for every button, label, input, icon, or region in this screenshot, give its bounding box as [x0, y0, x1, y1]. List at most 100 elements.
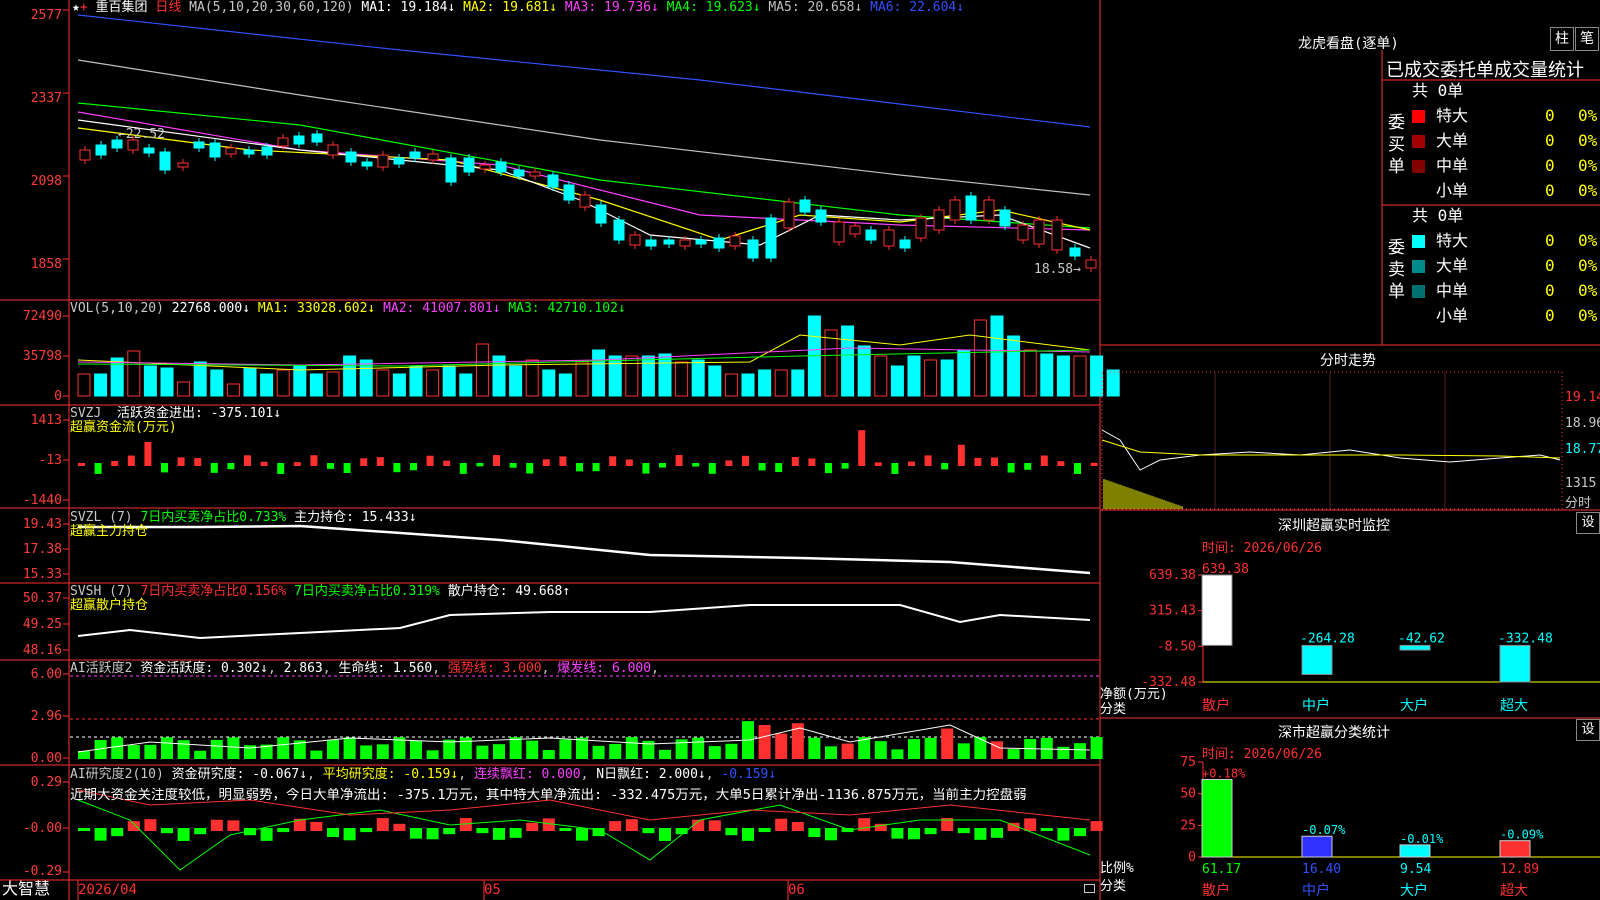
svzj-bar-58 [1040, 455, 1048, 466]
volume-bar-18 [376, 369, 390, 397]
svzj-bar-32 [609, 456, 617, 466]
ai-active-bar-51 [924, 737, 937, 759]
ai-active-bar-25 [493, 744, 505, 759]
sz-monitor-xlabel: 分类 [1100, 702, 1127, 717]
candle-body-11 [261, 146, 273, 156]
sz-classify-yaxis-2: 25 [1180, 818, 1196, 833]
ai-research-bar-41 [758, 828, 771, 833]
ai-active-bar-61 [1090, 737, 1103, 759]
ai-active-bar-59 [1057, 746, 1070, 759]
candle-body-7 [193, 141, 205, 149]
svzj-bar-0 [78, 463, 85, 466]
ai-active-bar-39 [725, 743, 738, 759]
svzj-header: SVZJ 活跃资金进出: -375.101↓ [70, 406, 281, 421]
date-axis-2: 06 [788, 882, 805, 898]
ai-research-bar-44 [808, 828, 821, 838]
ai-research-bar-26 [509, 828, 522, 838]
buy-row-0-pct: 0% [1578, 106, 1598, 125]
intraday-price-axis-2: 18.77 [1565, 442, 1600, 457]
intraday-price-axis-0: 19.14 [1565, 390, 1600, 405]
sz-classify-cat-1: 中户 [1302, 882, 1330, 899]
ai-research-avg: 平均研究度: -0.159↓ [322, 767, 459, 782]
volume-bar-21 [426, 369, 440, 397]
lock-icon[interactable] [1084, 884, 1095, 893]
ai-research-bar-1 [94, 828, 107, 841]
svzj-bar-44 [808, 458, 816, 466]
sell-row-2-name: 中单 [1436, 281, 1469, 300]
svzl-title[interactable]: SVZL (7) [70, 510, 133, 525]
ma2-value: MA2: 19.681↓ [463, 0, 558, 15]
volume-bar-56 [1007, 335, 1021, 397]
sz-monitor-cat-3: 超大 [1500, 698, 1528, 714]
sz-monitor-settings-button[interactable]: 设 [1576, 512, 1600, 534]
svzj-bar-4 [144, 441, 152, 466]
ai-research-n-red: N日飘红: 2.000↓ [596, 767, 706, 782]
ai-active-bar-48 [874, 741, 887, 759]
ai-research-bar-60 [1074, 828, 1086, 837]
ai-active-bar-49 [891, 749, 904, 759]
vol-axis-0: 72490 [22, 309, 62, 324]
svzj-bar-14 [310, 455, 318, 466]
svsh-title[interactable]: SVSH (7) [70, 584, 133, 599]
volume-bar-8 [210, 369, 224, 397]
volume-bar-11 [260, 373, 274, 397]
candle-body-9 [225, 147, 237, 155]
order-stats-tabs[interactable]: 已成交委托单成交量统计 [1386, 56, 1600, 82]
buy-row-0-count: 0 [1545, 106, 1555, 125]
ai-research-bar-49 [891, 828, 904, 839]
price-axis-0: 2577 [30, 8, 62, 23]
svzj-bar-41 [758, 463, 766, 471]
volume-bar-14 [309, 373, 323, 397]
pen-button[interactable]: 笔 [1575, 27, 1599, 51]
sz-classify-settings-button[interactable]: 设 [1576, 719, 1600, 741]
candle-body-31 [595, 204, 607, 224]
period-label[interactable]: 日线 [155, 0, 181, 15]
buy-row-2-swatch [1412, 160, 1425, 173]
ai-research-bar-57 [1024, 818, 1037, 831]
sz-classify-cat-0: 散户 [1202, 882, 1230, 899]
volume-bar-62 [1106, 369, 1120, 397]
ai-research-bar-32 [609, 821, 622, 831]
buy-row-1-count: 0 [1545, 131, 1555, 150]
volume-bar-30 [575, 361, 589, 397]
ai-research-consec-red: 连续飘红: 0.000 [473, 767, 581, 782]
sell-row-0-pct: 0% [1578, 231, 1598, 250]
svzj-bar-49 [891, 463, 899, 474]
stock-name[interactable]: 重百集团 [95, 0, 147, 15]
svzl-axis-0: 19.43 [22, 517, 62, 532]
star-icon[interactable]: ★ [72, 0, 80, 15]
svzj-bar-33 [625, 459, 633, 466]
ai-active-bar-17 [360, 745, 373, 759]
vol-title[interactable]: VOL(5,10,20) [70, 301, 164, 316]
ai-active-title[interactable]: AI活跃度2 [70, 661, 132, 676]
sz-classify-change-0: +0.18% [1202, 767, 1246, 781]
ai-research-bar-2 [111, 828, 124, 837]
volume-bar-6 [177, 381, 191, 397]
ai-active-axis-1: 2.96 [30, 709, 62, 724]
svzj-bar-46 [841, 463, 849, 469]
svsh-subtitle: 超赢散户持仓 [70, 598, 149, 613]
svsh-holdings: 散户持仓: 49.668↑ [447, 584, 571, 599]
ai-research-bar-3 [127, 821, 140, 831]
volume-bar-20 [409, 365, 423, 397]
candle-body-28 [547, 174, 559, 188]
column-button-label: 柱 [1555, 31, 1569, 47]
vol-ma2: MA2: 41007.801↓ [383, 301, 501, 316]
svzj-bar-9 [227, 463, 235, 470]
ai-active-bar-45 [825, 746, 837, 759]
candle-body-14 [311, 133, 323, 143]
svzj-title[interactable]: SVZJ [70, 406, 101, 421]
ai-research-title[interactable]: AI研究度2(10) [70, 767, 164, 782]
volume-bar-57 [1023, 349, 1037, 397]
svzj-bar-8 [210, 463, 218, 473]
sz-classify-bar-3 [1499, 840, 1531, 858]
chart-area[interactable]: 639.38 315.43 -8.50 -332.48 639.38 散户 -264.28 中… [0, 0, 1600, 900]
ai-research-bar-34 [642, 828, 655, 834]
ai-active-bar-24 [476, 745, 489, 759]
svzj-bar-20 [410, 463, 417, 471]
column-button[interactable]: 柱 [1550, 27, 1574, 51]
ma-params[interactable]: MA(5,10,20,30,60,120) [189, 0, 353, 15]
ai-active-header: AI活跃度2 资金活跃度: 0.302↓, 2.863, 生命线: 1.560,… [70, 661, 659, 676]
ai-active-bar-33 [625, 737, 638, 759]
volume-bar-7 [193, 361, 207, 397]
